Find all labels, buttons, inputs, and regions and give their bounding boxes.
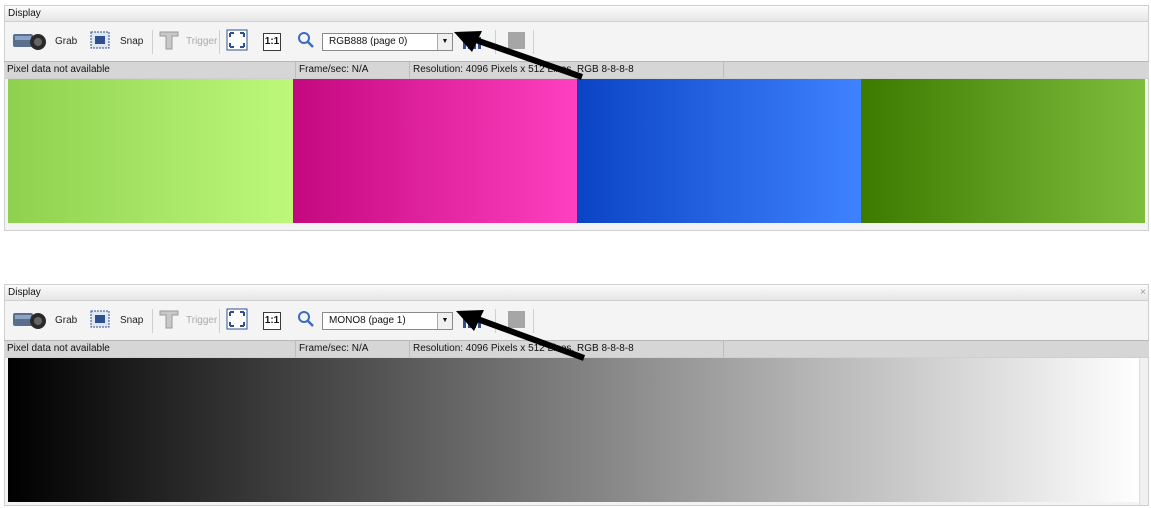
chevron-down-icon[interactable]: ▼ <box>437 313 452 329</box>
pixel-info: Pixel data not available <box>4 341 296 357</box>
frame-rate: Frame/sec: N/A <box>296 62 410 78</box>
panel-title: Display × <box>4 284 1149 301</box>
snap-label: Snap <box>120 36 144 47</box>
trigger-label: Trigger <box>186 315 218 326</box>
image-view[interactable] <box>4 78 1149 231</box>
trigger-button[interactable]: Trigger <box>158 301 217 340</box>
panel-title: Display <box>4 5 1149 22</box>
trigger-icon <box>158 308 180 333</box>
toolbar-divider <box>152 30 153 54</box>
camera-icon <box>11 28 49 55</box>
snap-icon <box>90 309 110 332</box>
snap-label: Snap <box>120 315 144 326</box>
color-stripe <box>8 79 293 223</box>
color-stripe <box>293 79 577 223</box>
snap-button[interactable]: Snap <box>90 301 143 340</box>
grab-button[interactable]: Grab <box>11 22 77 61</box>
grab-label: Grab <box>55 315 78 326</box>
grab-label: Grab <box>55 36 78 47</box>
camera-icon <box>11 307 49 334</box>
page-select-value: RGB888 (page 0) <box>329 36 408 47</box>
gray-ramp <box>8 358 1140 502</box>
color-stripe <box>861 79 1145 223</box>
zoom-button[interactable] <box>297 22 315 61</box>
fit-to-window-button[interactable] <box>226 301 248 340</box>
trigger-button[interactable]: Trigger <box>158 22 217 61</box>
toolbar-divider <box>219 30 220 54</box>
magnifier-icon <box>297 310 315 331</box>
fit-to-window-button[interactable] <box>226 22 248 61</box>
arrow-annotation <box>456 310 586 361</box>
page-select[interactable]: RGB888 (page 0) ▼ <box>322 33 453 51</box>
snap-button[interactable]: Snap <box>90 22 143 61</box>
toolbar-divider <box>219 309 220 333</box>
arrow-annotation <box>454 31 583 80</box>
color-stripe <box>577 79 861 223</box>
frame-rate: Frame/sec: N/A <box>296 341 410 357</box>
one-to-one-button[interactable]: 1:1 <box>263 301 281 340</box>
trigger-icon <box>158 29 180 54</box>
one-to-one-label: 1:1 <box>263 32 281 51</box>
fit-to-window-icon <box>226 29 248 54</box>
one-to-one-label: 1:1 <box>263 311 281 330</box>
toolbar-divider <box>152 309 153 333</box>
grab-button[interactable]: Grab <box>11 301 77 340</box>
close-icon[interactable]: × <box>1140 285 1146 301</box>
image-view[interactable] <box>4 357 1149 506</box>
zoom-button[interactable] <box>297 301 315 340</box>
fit-to-window-icon <box>226 308 248 333</box>
pixel-info: Pixel data not available <box>4 62 296 78</box>
trigger-label: Trigger <box>186 36 218 47</box>
scrollbar[interactable] <box>1139 358 1148 505</box>
magnifier-icon <box>297 31 315 52</box>
page-select-value: MONO8 (page 1) <box>329 315 406 326</box>
page-select[interactable]: MONO8 (page 1) ▼ <box>322 312 453 330</box>
snap-icon <box>90 30 110 53</box>
one-to-one-button[interactable]: 1:1 <box>263 22 281 61</box>
